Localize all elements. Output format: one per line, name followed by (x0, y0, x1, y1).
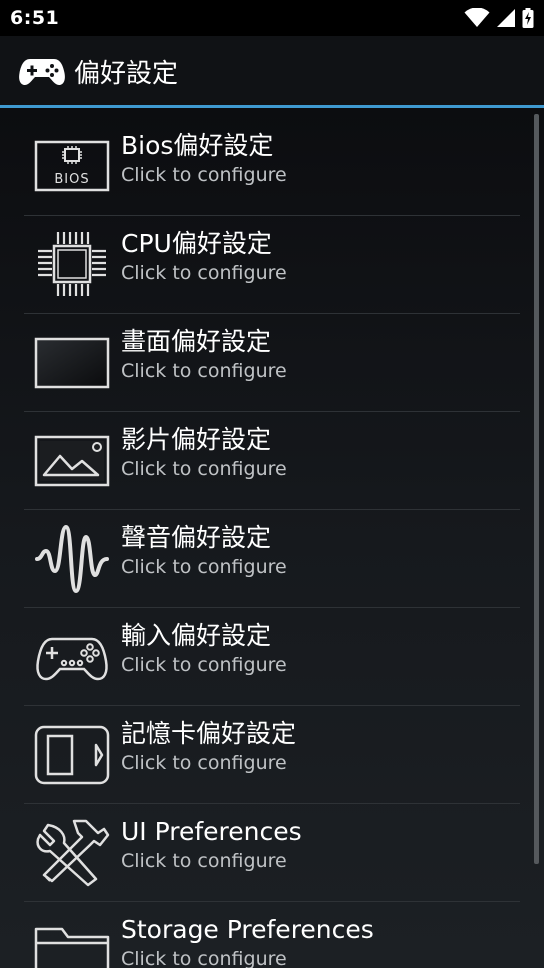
item-label: 記憶卡偏好設定 (121, 719, 297, 748)
item-subtitle: Click to configure (121, 850, 287, 872)
memory-card-icon (34, 725, 110, 785)
gamepad-icon (36, 637, 108, 681)
item-label: Bios偏好設定 (121, 131, 274, 160)
item-label: CPU偏好設定 (121, 229, 272, 258)
item-label: Storage Preferences (121, 915, 374, 944)
list-item-video[interactable]: 影片偏好設定 Click to configure (24, 412, 520, 510)
item-label: 畫面偏好設定 (121, 327, 272, 356)
list-item-ui-preferences[interactable]: UI Preferences Click to configure (24, 804, 520, 902)
gamepad-icon (19, 59, 65, 85)
item-label: 聲音偏好設定 (121, 523, 272, 552)
list-item-storage-preferences[interactable]: Storage Preferences Click to configure (24, 902, 520, 968)
list-item-display[interactable]: 畫面偏好設定 Click to configure (24, 314, 520, 412)
item-subtitle: Click to configure (121, 556, 287, 578)
item-subtitle: Click to configure (121, 262, 287, 284)
app-bar: 偏好設定 (0, 36, 544, 106)
item-subtitle: Click to configure (121, 360, 287, 382)
item-label: 影片偏好設定 (121, 425, 272, 454)
signal-icon (497, 9, 515, 27)
list-item-input[interactable]: 輸入偏好設定 Click to configure (24, 608, 520, 706)
preferences-content[interactable]: BIOS Bios偏好設定 Click to configure CPU偏好設定… (0, 108, 544, 968)
item-label: UI Preferences (121, 817, 302, 846)
list-item-sound[interactable]: 聲音偏好設定 Click to configure (24, 510, 520, 608)
bios-chip-icon: BIOS (34, 140, 110, 192)
status-bar: 6:51 (0, 0, 544, 36)
item-subtitle: Click to configure (121, 458, 287, 480)
item-label: 輸入偏好設定 (121, 621, 272, 650)
cpu-icon (38, 232, 106, 296)
wifi-icon (464, 8, 490, 27)
list-item-memory-card[interactable]: 記憶卡偏好設定 Click to configure (24, 706, 520, 804)
list-item-bios[interactable]: BIOS Bios偏好設定 Click to configure (24, 118, 520, 216)
folder-icon (34, 927, 110, 968)
page-title: 偏好設定 (74, 58, 179, 89)
status-icons (464, 8, 534, 28)
scrollbar[interactable] (534, 114, 539, 864)
item-subtitle: Click to configure (121, 752, 287, 774)
preferences-list: BIOS Bios偏好設定 Click to configure CPU偏好設定… (24, 118, 520, 968)
item-subtitle: Click to configure (121, 654, 287, 676)
image-icon (34, 435, 110, 487)
display-icon (34, 337, 110, 389)
waveform-icon (35, 524, 109, 594)
battery-charging-icon (522, 8, 534, 28)
status-time: 6:51 (10, 7, 60, 29)
bios-chip-text: BIOS (54, 172, 89, 187)
tools-icon (36, 819, 110, 887)
item-subtitle: Click to configure (121, 948, 287, 968)
item-subtitle: Click to configure (121, 164, 287, 186)
list-item-cpu[interactable]: CPU偏好設定 Click to configure (24, 216, 520, 314)
